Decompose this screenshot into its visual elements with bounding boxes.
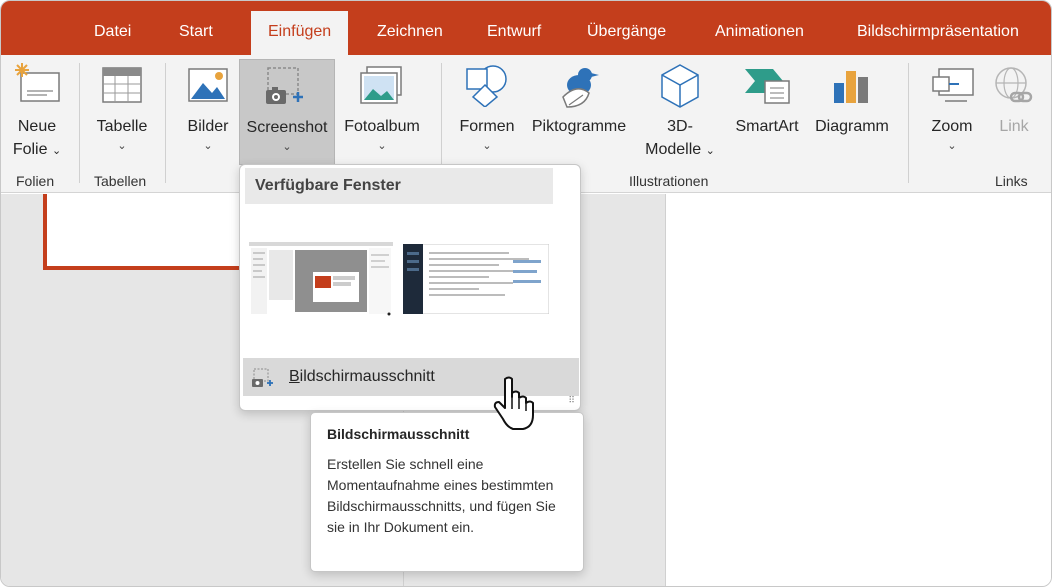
photo-album-icon	[360, 66, 402, 104]
screen-clipping-icon	[252, 368, 273, 387]
icons-button[interactable]: Piktogramme	[523, 61, 635, 165]
cube-icon	[661, 64, 699, 108]
tooltip-body: Erstellen Sie schnell eine Momentaufnahm…	[327, 456, 556, 535]
group-label-slides: Folien	[16, 173, 55, 189]
smartart-button[interactable]: SmartArt	[727, 61, 807, 165]
pictures-button[interactable]: Bilder ⌄	[177, 61, 239, 165]
chevron-down-icon: ⌄	[282, 141, 292, 153]
new-slide-button[interactable]: Neue Folie ⌄	[7, 61, 67, 165]
group-label-illustrations: Illustrationen	[629, 173, 709, 189]
link-icon	[995, 67, 1033, 103]
zoom-button[interactable]: Zoom ⌄	[919, 61, 985, 165]
bird-icon	[562, 68, 599, 108]
chevron-down-icon: ⌄	[947, 140, 957, 152]
chevron-down-icon: ⌄	[203, 140, 213, 152]
chart-label: Diagramm	[815, 118, 889, 135]
tab-insert[interactable]: Einfügen	[251, 11, 349, 55]
chart-button[interactable]: Diagramm	[807, 61, 897, 165]
tab-draw[interactable]: Zeichnen	[377, 23, 443, 41]
photo-album-button[interactable]: Fotoalbum ⌄	[337, 61, 427, 165]
3d-models-button[interactable]: 3D- Modelle ⌄	[637, 61, 723, 165]
new-slide-icon	[15, 63, 60, 102]
screenshot-label: Screenshot	[246, 119, 328, 136]
zoom-icon	[932, 68, 974, 102]
tab-file[interactable]: Datei	[94, 23, 131, 41]
window-thumbnail-1[interactable]	[249, 242, 393, 316]
resize-grip-icon[interactable]: ⠿	[568, 395, 575, 406]
smartart-label: SmartArt	[735, 118, 799, 135]
tab-slideshow[interactable]: Bildschirmpräsentation	[857, 23, 1019, 41]
pictures-label: Bilder	[187, 118, 229, 135]
group-label-links: Links	[995, 173, 1028, 189]
app-window: Datei Start Einfügen Zeichnen Entwurf Üb…	[0, 0, 1052, 587]
shapes-icon	[466, 65, 507, 107]
link-button[interactable]: Link	[989, 61, 1039, 165]
tooltip: Bildschirmausschnitt Erstellen Sie schne…	[310, 412, 584, 572]
zoom-label: Zoom	[931, 118, 973, 135]
3d-models-label-line1: 3D-	[667, 118, 693, 135]
ribbon-separator	[79, 63, 80, 183]
picture-icon	[188, 68, 228, 102]
screenshot-icon	[266, 67, 303, 104]
smartart-icon	[745, 69, 790, 104]
shapes-button[interactable]: Formen ⌄	[453, 61, 521, 165]
screen-clipping-label: Bildschirmausschnitt	[289, 368, 435, 385]
ribbon-separator	[165, 63, 166, 183]
chevron-down-icon: ⌄	[377, 140, 387, 152]
table-label: Tabelle	[96, 118, 148, 135]
chart-icon	[834, 71, 868, 103]
tab-animations[interactable]: Animationen	[715, 23, 804, 41]
photo-album-label: Fotoalbum	[344, 118, 420, 135]
tab-design[interactable]: Entwurf	[487, 23, 541, 41]
available-windows-header: Verfügbare Fenster	[245, 168, 553, 204]
chevron-down-icon: ⌄	[117, 140, 127, 152]
tab-home[interactable]: Start	[179, 23, 213, 41]
hand-cursor-icon	[493, 376, 534, 430]
shapes-label: Formen	[459, 118, 515, 135]
new-slide-label-line1: Neue	[17, 118, 57, 135]
table-button[interactable]: Tabelle ⌄	[87, 61, 157, 165]
ribbon-separator	[908, 63, 909, 183]
chevron-down-icon: ⌄	[482, 140, 492, 152]
group-label-tables: Tabellen	[94, 173, 147, 189]
window-thumbnail-2[interactable]	[403, 244, 549, 314]
icons-label: Piktogramme	[531, 118, 627, 135]
screenshot-button[interactable]: Screenshot ⌄	[239, 59, 335, 165]
screenshot-dropdown: Verfügbare Fenster Bildschirmausschnitt …	[239, 164, 581, 411]
table-icon	[102, 67, 142, 103]
tab-transitions[interactable]: Übergänge	[587, 23, 666, 41]
ribbon-tab-bar: Datei Start Einfügen Zeichnen Entwurf Üb…	[1, 1, 1051, 55]
3d-models-label-line2: Modelle ⌄	[645, 141, 715, 158]
new-slide-label-line2: Folie ⌄	[12, 141, 62, 158]
link-label: Link	[999, 118, 1029, 135]
side-pane	[665, 194, 1051, 586]
